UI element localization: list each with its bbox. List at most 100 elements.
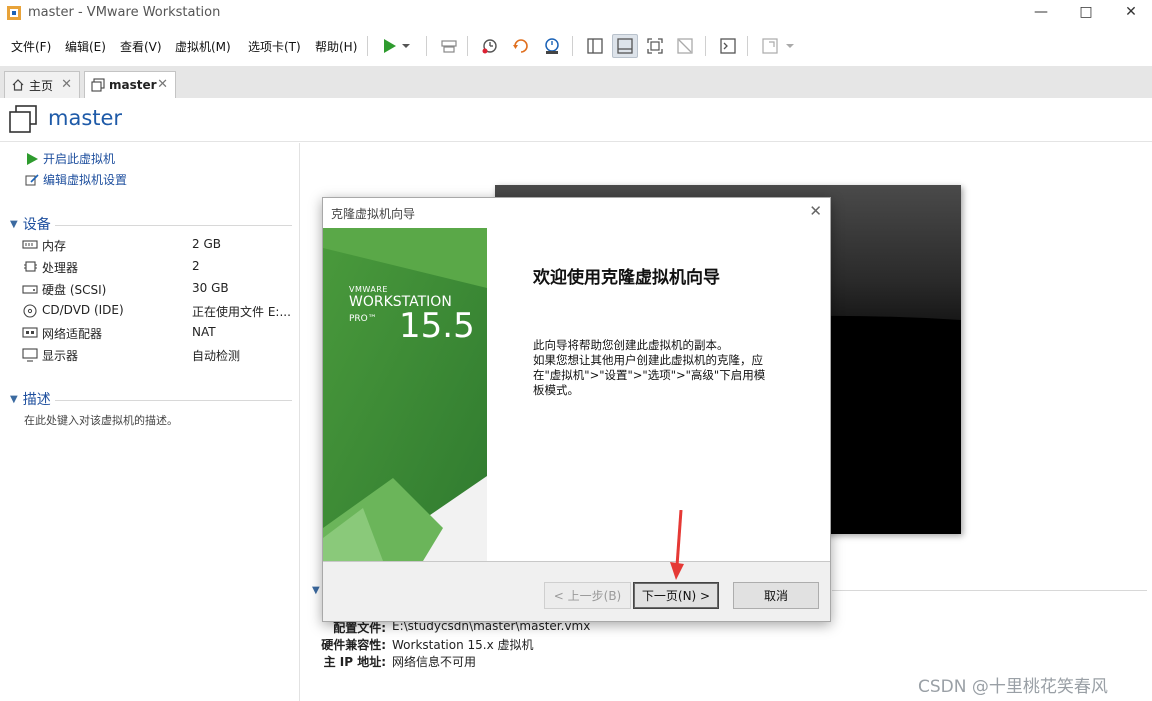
tab-home-label: 主页: [29, 78, 54, 93]
send-ctrl-alt-del-button[interactable]: [436, 34, 462, 58]
toolbar-separator: [572, 36, 573, 56]
detail-key: 主 IP 地址:: [323, 655, 386, 669]
show-thumbnail-bar-button[interactable]: [612, 34, 638, 58]
device-row-network[interactable]: 网络适配器 NAT: [22, 323, 292, 343]
tab-master-label: master: [109, 78, 157, 92]
vm-large-icon: [9, 105, 37, 133]
menu-help[interactable]: 帮助(H): [315, 38, 357, 55]
dialog-title: 克隆虚拟机向导: [331, 207, 416, 221]
library-icon: [587, 38, 603, 54]
tab-strip: 主页 ✕ master ✕: [0, 66, 1152, 98]
play-icon: [384, 39, 410, 53]
devices-section-header[interactable]: ▼ 设备: [10, 214, 292, 234]
detail-key: 硬件兼容性:: [321, 638, 386, 652]
snapshot-button[interactable]: [477, 34, 503, 58]
cancel-button[interactable]: 取消: [733, 582, 819, 609]
section-divider: [54, 400, 292, 401]
device-value: 30 GB: [192, 281, 229, 295]
vm-icon: [91, 78, 105, 92]
menu-edit[interactable]: 编辑(E): [65, 38, 106, 55]
device-name: 内存: [42, 239, 67, 253]
stretch-icon: [762, 38, 794, 54]
menu-tabs[interactable]: 选项卡(T): [248, 38, 301, 55]
power-on-button[interactable]: [376, 34, 416, 58]
home-icon: [12, 79, 24, 91]
stretch-guest-button[interactable]: [757, 34, 797, 58]
cdrom-icon: [23, 304, 37, 318]
unity-button[interactable]: [672, 34, 698, 58]
menu-view[interactable]: 查看(V): [120, 38, 162, 55]
menu-file[interactable]: 文件(F): [11, 38, 51, 55]
banner-brand: VMWARE: [349, 285, 388, 294]
device-row-display[interactable]: 显示器 自动检测: [22, 345, 292, 365]
toolbar-separator: [367, 36, 368, 56]
vm-title: master: [48, 106, 123, 130]
tab-master-close-icon[interactable]: ✕: [157, 77, 168, 92]
device-value: NAT: [192, 325, 216, 339]
console-icon: [720, 38, 736, 54]
edit-vm-settings-label: 编辑虚拟机设置: [43, 173, 128, 187]
device-name: CD/DVD (IDE): [42, 303, 124, 317]
vm-details-collapse-arrow-icon[interactable]: ▼: [312, 585, 320, 596]
maximize-icon[interactable]: □: [1063, 0, 1109, 26]
description-placeholder[interactable]: 在此处键入对该虚拟机的描述。: [24, 412, 178, 428]
unity-icon: [677, 38, 693, 54]
tab-home[interactable]: 主页 ✕: [4, 71, 80, 98]
dialog-close-icon[interactable]: ✕: [809, 202, 822, 220]
dialog-heading: 欢迎使用克隆虚拟机向导: [533, 268, 720, 288]
section-divider: [54, 225, 292, 226]
device-name: 处理器: [42, 261, 79, 275]
device-row-memory[interactable]: 内存 2 GB: [22, 235, 292, 255]
memory-icon: [22, 240, 38, 249]
banner-edition: PRO™: [349, 314, 377, 324]
snapshot-manager-button[interactable]: [539, 34, 565, 58]
banner-version: 15.5: [399, 306, 475, 346]
play-icon: [24, 152, 40, 166]
workstation-banner: VMWARE WORKSTATION PRO™ 15.5: [323, 228, 487, 561]
edit-vm-settings-link[interactable]: 编辑虚拟机设置: [24, 171, 127, 188]
description-title: 描述: [22, 392, 51, 408]
full-screen-button[interactable]: [642, 34, 668, 58]
device-name: 网络适配器: [42, 327, 103, 341]
menu-vm[interactable]: 虚拟机(M): [175, 38, 231, 55]
banner-graphic: [323, 228, 487, 561]
snapshot-icon: [482, 39, 497, 54]
title-bar: master - VMware Workstation — □ ✕: [0, 0, 1152, 26]
device-name: 硬盘 (SCSI): [42, 283, 107, 297]
revert-icon: [513, 39, 528, 53]
device-row-cpu[interactable]: 处理器 2: [22, 257, 292, 277]
annotation-arrow-icon: [670, 510, 684, 580]
toolbar-separator: [426, 36, 427, 56]
show-library-button[interactable]: [582, 34, 608, 58]
harddisk-icon: [22, 285, 38, 294]
vmware-app-icon: [7, 6, 21, 20]
detail-value: Workstation 15.x 虚拟机: [392, 638, 534, 652]
revert-snapshot-button[interactable]: [508, 34, 534, 58]
tab-master[interactable]: master ✕: [84, 71, 176, 98]
collapse-arrow-icon: ▼: [10, 218, 18, 230]
device-row-cdrom[interactable]: CD/DVD (IDE) 正在使用文件 E:...: [22, 301, 292, 321]
tab-home-close-icon[interactable]: ✕: [61, 77, 72, 92]
toolbar-separator: [467, 36, 468, 56]
cpu-icon: [24, 261, 37, 272]
section-divider: [832, 590, 1147, 591]
collapse-arrow-icon: ▼: [10, 393, 18, 405]
minimize-icon[interactable]: —: [1018, 0, 1064, 26]
console-view-button[interactable]: [715, 34, 741, 58]
description-section-header[interactable]: ▼ 描述: [10, 389, 292, 409]
full-screen-icon: [647, 38, 663, 54]
edit-settings-icon: [24, 173, 40, 187]
csdn-watermark: CSDN @十里桃花笑春风: [918, 677, 1108, 697]
device-row-harddisk[interactable]: 硬盘 (SCSI) 30 GB: [22, 279, 292, 299]
detail-value: 网络信息不可用: [392, 655, 477, 669]
vm-header: master: [0, 98, 1152, 142]
keyboard-icon: [441, 40, 457, 53]
close-icon[interactable]: ✕: [1108, 0, 1152, 26]
dialog-body-text: 此向导将帮助您创建此虚拟机的副本。 如果您想让其他用户创建此虚拟机的克隆，应在"…: [533, 338, 766, 397]
back-button[interactable]: < 上一步(B): [544, 582, 631, 609]
power-on-vm-link[interactable]: 开启此虚拟机: [24, 150, 115, 167]
next-button[interactable]: 下一页(N) >: [633, 582, 719, 609]
device-value: 自动检测: [192, 349, 241, 363]
snapshot-manager-icon: [545, 38, 559, 54]
device-value: 2 GB: [192, 237, 221, 251]
